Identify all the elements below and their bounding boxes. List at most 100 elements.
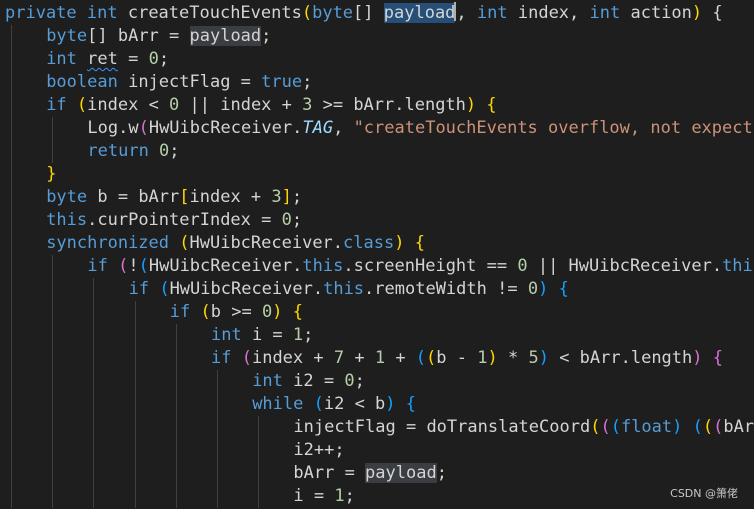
code-line[interactable]: synchronized (HwUibcReceiver.class) { bbox=[0, 232, 754, 255]
code-token: ( bbox=[313, 394, 324, 414]
indent-guide bbox=[217, 462, 218, 485]
code-line[interactable]: return 0; bbox=[0, 140, 754, 163]
indent-guide bbox=[11, 301, 12, 324]
code-token: action bbox=[630, 3, 692, 23]
code-line[interactable]: if (index < 0 || index + 3 >= bArr.lengt… bbox=[0, 94, 754, 117]
code-token: if bbox=[46, 95, 77, 115]
code-token: 1 bbox=[292, 325, 304, 345]
code-token: { bbox=[712, 348, 724, 368]
code-editor[interactable]: private int createTouchEvents(byte[] pay… bbox=[0, 0, 754, 509]
code-token: + bbox=[385, 348, 416, 368]
code-line[interactable]: Log.w(HwUibcReceiver.TAG, "createTouchEv… bbox=[0, 117, 754, 140]
code-token: i2++; bbox=[293, 440, 345, 460]
code-line[interactable]: int i2 = 0; bbox=[0, 370, 754, 393]
indent-guide bbox=[258, 485, 260, 508]
indent-guide bbox=[93, 324, 95, 347]
indent-guide bbox=[52, 324, 54, 347]
indent-guide bbox=[11, 393, 12, 416]
indent-guide bbox=[134, 393, 136, 416]
code-line[interactable]: int ret = 0; bbox=[0, 48, 754, 71]
code-token: byte bbox=[46, 187, 98, 207]
code-line[interactable]: } bbox=[0, 163, 754, 186]
line-code: int ret = 0; bbox=[46, 48, 169, 71]
code-token: createTouchEvents bbox=[127, 3, 302, 23]
code-line[interactable]: i = 1; bbox=[0, 485, 754, 508]
code-token: boolean bbox=[46, 72, 129, 92]
code-line[interactable]: injectFlag = doTranslateCoord(((float) (… bbox=[0, 416, 754, 439]
indent-guide bbox=[11, 186, 12, 209]
code-token: * bbox=[497, 348, 529, 368]
code-token: i = bbox=[251, 325, 293, 345]
code-line[interactable]: if (b >= 0) { bbox=[0, 301, 754, 324]
code-token: ( bbox=[200, 302, 211, 322]
indent-guide bbox=[134, 347, 136, 370]
code-line[interactable]: byte b = bArr[index + 3]; bbox=[0, 186, 754, 209]
code-token: ; bbox=[291, 210, 303, 230]
indent-guide bbox=[52, 140, 54, 163]
line-code: injectFlag = doTranslateCoord(((float) (… bbox=[293, 416, 754, 439]
indent-guide bbox=[134, 324, 136, 347]
code-line[interactable]: if (!(HwUibcReceiver.this.screenHeight =… bbox=[0, 255, 754, 278]
code-token: ; bbox=[354, 371, 365, 391]
line-code: byte[] bArr = payload; bbox=[46, 25, 271, 48]
line-code: this.curPointerIndex = 0; bbox=[46, 209, 302, 232]
code-line[interactable]: if (HwUibcReceiver.this.remoteWidth != 0… bbox=[0, 278, 754, 301]
line-code: int i2 = 0; bbox=[252, 370, 365, 393]
code-token: Log.w bbox=[87, 118, 139, 138]
code-token: ; bbox=[302, 72, 313, 92]
line-code: return 0; bbox=[87, 140, 179, 163]
indent-guide bbox=[134, 370, 136, 393]
code-line[interactable]: int i = 1; bbox=[0, 324, 754, 347]
indent-guide bbox=[217, 416, 218, 439]
code-token: payload bbox=[383, 3, 456, 23]
code-token: [ bbox=[179, 187, 190, 207]
code-token: byte bbox=[312, 3, 354, 23]
indent-guide bbox=[11, 48, 12, 71]
code-token: synchronized bbox=[46, 233, 180, 253]
code-token: < bArr.length bbox=[548, 348, 693, 368]
code-line[interactable]: private int createTouchEvents(byte[] pay… bbox=[0, 2, 754, 25]
code-token: index < bbox=[87, 95, 170, 115]
indent-guide bbox=[175, 347, 177, 370]
code-token: { bbox=[702, 3, 723, 23]
code-token: this bbox=[46, 210, 88, 230]
csdn-watermark: CSDN @箫佬 bbox=[670, 487, 738, 500]
code-line[interactable]: i2++; bbox=[0, 439, 754, 462]
indent-guide bbox=[258, 439, 260, 462]
code-token: index + bbox=[251, 348, 334, 368]
code-token: 0 bbox=[527, 279, 539, 299]
code-token: ( bbox=[590, 417, 601, 437]
code-line[interactable]: if (index + 7 + 1 + ((b - 1) * 5) < bArr… bbox=[0, 347, 754, 370]
indent-guide bbox=[175, 370, 177, 393]
indent-guide bbox=[11, 324, 12, 347]
code-line[interactable]: while (i2 < b) { bbox=[0, 393, 754, 416]
code-token: 0 bbox=[281, 210, 292, 230]
indent-guide bbox=[217, 370, 218, 393]
indent-guide bbox=[217, 393, 218, 416]
code-token: ( bbox=[415, 348, 427, 368]
indent-guide bbox=[52, 416, 54, 439]
code-token: 0 bbox=[344, 371, 355, 391]
code-token: if bbox=[211, 348, 242, 368]
line-code: if (HwUibcReceiver.this.remoteWidth != 0… bbox=[129, 278, 569, 301]
indent-guide bbox=[175, 462, 177, 485]
code-token: int bbox=[46, 49, 88, 69]
code-token: ! bbox=[128, 256, 139, 276]
code-token: 0 bbox=[517, 256, 528, 276]
code-line[interactable]: bArr = payload; bbox=[0, 462, 754, 485]
code-line[interactable]: this.curPointerIndex = 0; bbox=[0, 209, 754, 232]
line-code: if (index < 0 || index + 3 >= bArr.lengt… bbox=[46, 94, 496, 117]
code-token: ] bbox=[281, 187, 292, 207]
indent-guide bbox=[93, 393, 95, 416]
indent-guide bbox=[11, 416, 12, 439]
code-token: 1 bbox=[477, 348, 488, 368]
code-line[interactable]: byte[] bArr = payload; bbox=[0, 25, 754, 48]
code-token: 0 bbox=[148, 49, 159, 69]
code-token: || HwUibcReceiver. bbox=[527, 256, 723, 276]
indent-guide bbox=[93, 485, 95, 508]
code-token: ( bbox=[426, 348, 437, 368]
code-line[interactable]: boolean injectFlag = true; bbox=[0, 71, 754, 94]
code-token: if bbox=[128, 279, 160, 299]
code-token: 0 bbox=[261, 302, 273, 322]
indent-guide bbox=[93, 301, 95, 324]
